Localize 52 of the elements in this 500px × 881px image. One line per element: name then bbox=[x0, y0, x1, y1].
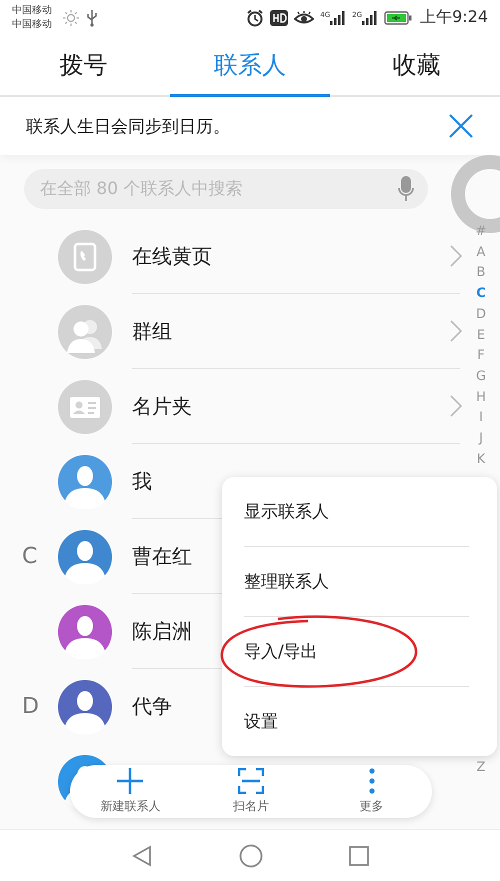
index-letter[interactable]: K bbox=[476, 450, 486, 470]
scan-icon bbox=[238, 768, 264, 794]
toolbar-button[interactable]: 新建联系人 bbox=[80, 768, 180, 815]
index-letter[interactable]: B bbox=[476, 263, 486, 284]
section-letter: D bbox=[22, 694, 39, 719]
menu-item[interactable]: 显示联系人 bbox=[244, 500, 329, 523]
toolbar-button[interactable]: 扫名片 bbox=[200, 768, 301, 815]
index-letter[interactable]: D bbox=[476, 304, 486, 326]
plus-icon bbox=[117, 768, 144, 794]
sun-icon bbox=[62, 8, 80, 26]
menu-item[interactable]: 整理联系人 bbox=[244, 570, 329, 593]
clock-time: 上午9:24 bbox=[420, 7, 488, 28]
contact-name[interactable]: 名片夹 bbox=[132, 392, 450, 420]
index-letter[interactable]: H bbox=[476, 388, 486, 408]
index-letter[interactable]: G bbox=[476, 366, 486, 388]
eye-icon bbox=[294, 10, 314, 24]
signal-icon bbox=[362, 10, 378, 24]
notice-text: 联系人生日会同步到日历。 bbox=[26, 116, 231, 138]
chevron-icon bbox=[450, 395, 462, 417]
contact-name[interactable]: 在线黄页 bbox=[132, 242, 450, 270]
carrier-name: 中国移动 bbox=[12, 4, 52, 18]
chevron-icon bbox=[450, 245, 462, 267]
close-icon[interactable] bbox=[448, 113, 474, 139]
battery-icon bbox=[384, 10, 412, 24]
index-letter[interactable]: J bbox=[479, 429, 483, 450]
card-icon bbox=[58, 380, 112, 434]
usb-icon bbox=[86, 8, 98, 26]
index-letter[interactable]: C bbox=[476, 284, 486, 305]
recents-icon[interactable] bbox=[349, 846, 369, 866]
index-letter[interactable]: Z bbox=[476, 758, 486, 779]
menu-item[interactable]: 设置 bbox=[244, 710, 278, 733]
microphone-icon[interactable] bbox=[398, 176, 414, 202]
carrier-name: 中国移动 bbox=[12, 18, 52, 32]
tab[interactable]: 收藏 bbox=[336, 35, 498, 97]
contact-name[interactable]: 群组 bbox=[132, 318, 450, 344]
index-letter[interactable]: I bbox=[479, 408, 483, 430]
signal-icon bbox=[330, 10, 346, 24]
back-icon[interactable] bbox=[131, 844, 153, 866]
index-letter[interactable]: A bbox=[476, 242, 486, 264]
chevron-icon bbox=[450, 320, 462, 342]
phonebook-icon bbox=[58, 230, 112, 284]
index-letter[interactable]: E bbox=[476, 326, 486, 346]
section-letter: C bbox=[22, 544, 38, 569]
menu-item[interactable]: 导入/导出 bbox=[244, 640, 318, 663]
tab[interactable]: 拨号 bbox=[3, 35, 164, 97]
hd-icon bbox=[270, 10, 288, 26]
toolbar-button[interactable]: 更多 bbox=[322, 768, 422, 815]
alarm-icon bbox=[246, 8, 264, 26]
more-icon bbox=[368, 768, 376, 794]
home-icon[interactable] bbox=[239, 844, 263, 868]
group-icon bbox=[58, 304, 112, 358]
index-letter[interactable]: F bbox=[477, 346, 485, 367]
